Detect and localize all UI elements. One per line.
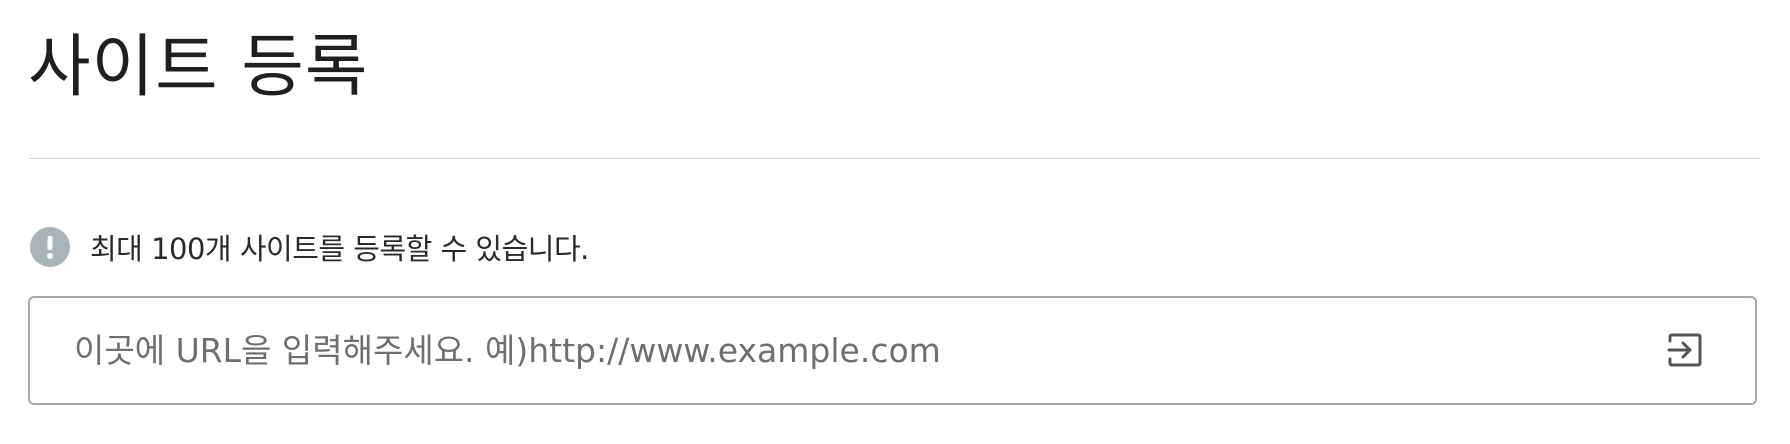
- exclamation-circle-icon: [30, 227, 70, 267]
- submit-url-button[interactable]: [1665, 332, 1705, 372]
- notice-text: 최대 100개 사이트를 등록할 수 있습니다.: [90, 232, 589, 266]
- notice-message: 최대 100개 사이트를 등록할 수 있습니다.: [30, 227, 589, 267]
- url-input-box: [28, 296, 1757, 405]
- url-input[interactable]: [74, 298, 1614, 403]
- title-divider: [28, 158, 1760, 159]
- site-registration-page: 사이트 등록 최대 100개 사이트를 등록할 수 있습니다.: [0, 0, 1790, 444]
- enter-arrow-icon: [1666, 331, 1704, 373]
- page-title: 사이트 등록: [28, 28, 369, 107]
